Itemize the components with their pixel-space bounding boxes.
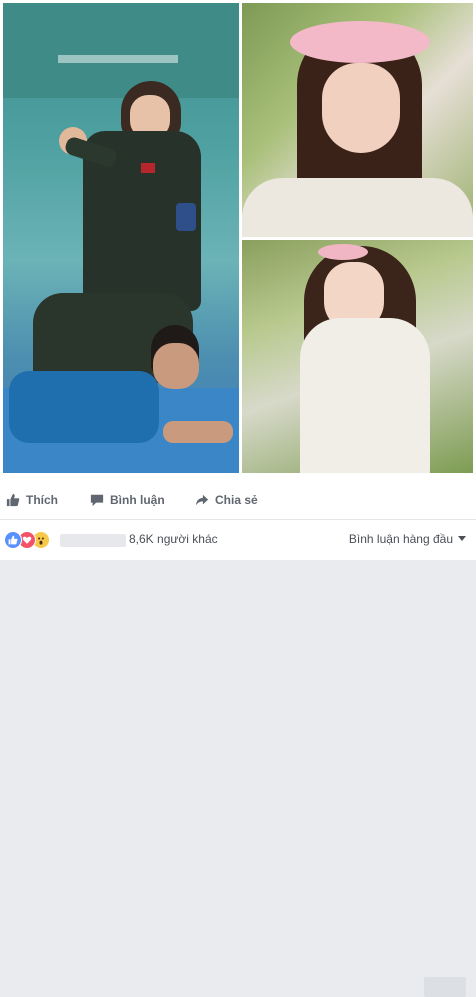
lace-dress [300, 318, 430, 473]
face [322, 63, 400, 153]
like-button[interactable]: Thích [6, 486, 58, 514]
comment-button[interactable]: Bình luận [90, 486, 165, 514]
reaction-summary: 8,6K người khác Bình luận hàng đầu [0, 526, 476, 554]
photo-portrait-flower-crown[interactable] [242, 3, 473, 237]
sort-label: Bình luận hàng đầu [348, 532, 453, 546]
like-label: Thích [26, 493, 58, 507]
comment-sort-dropdown[interactable]: Bình luận hàng đầu [349, 532, 466, 546]
action-bar: Thích Bình luận Chia sẻ [0, 486, 476, 997]
collar-insignia [141, 163, 155, 173]
man-shirt [9, 371, 159, 443]
shoulder-badge [176, 203, 196, 231]
window-frame [58, 55, 178, 63]
wall-background [3, 3, 239, 98]
avatar-selector[interactable] [424, 977, 466, 997]
comment-icon [90, 494, 104, 507]
caret-down-icon [458, 536, 466, 541]
thumbs-up-icon [6, 493, 20, 507]
man-arm [163, 421, 233, 443]
comment-label: Bình luận [110, 493, 165, 507]
share-label: Chia sẻ [215, 493, 258, 507]
white-top [242, 178, 473, 237]
hair-flower [318, 244, 368, 260]
photo-portrait-lace-dress[interactable] [242, 240, 473, 473]
flower-crown [290, 21, 430, 63]
like-icon [4, 531, 22, 549]
share-button[interactable]: Chia sẻ [195, 486, 258, 514]
photo-training[interactable] [3, 3, 239, 473]
reaction-count[interactable]: 8,6K người khác [129, 532, 218, 546]
man-face [153, 343, 199, 389]
reactor-names[interactable] [60, 534, 126, 547]
share-icon [195, 494, 209, 506]
divider [0, 519, 476, 520]
post-card: Thích Bình luận Chia sẻ 8,6K người khác … [0, 0, 476, 997]
photo-grid [3, 3, 473, 473]
